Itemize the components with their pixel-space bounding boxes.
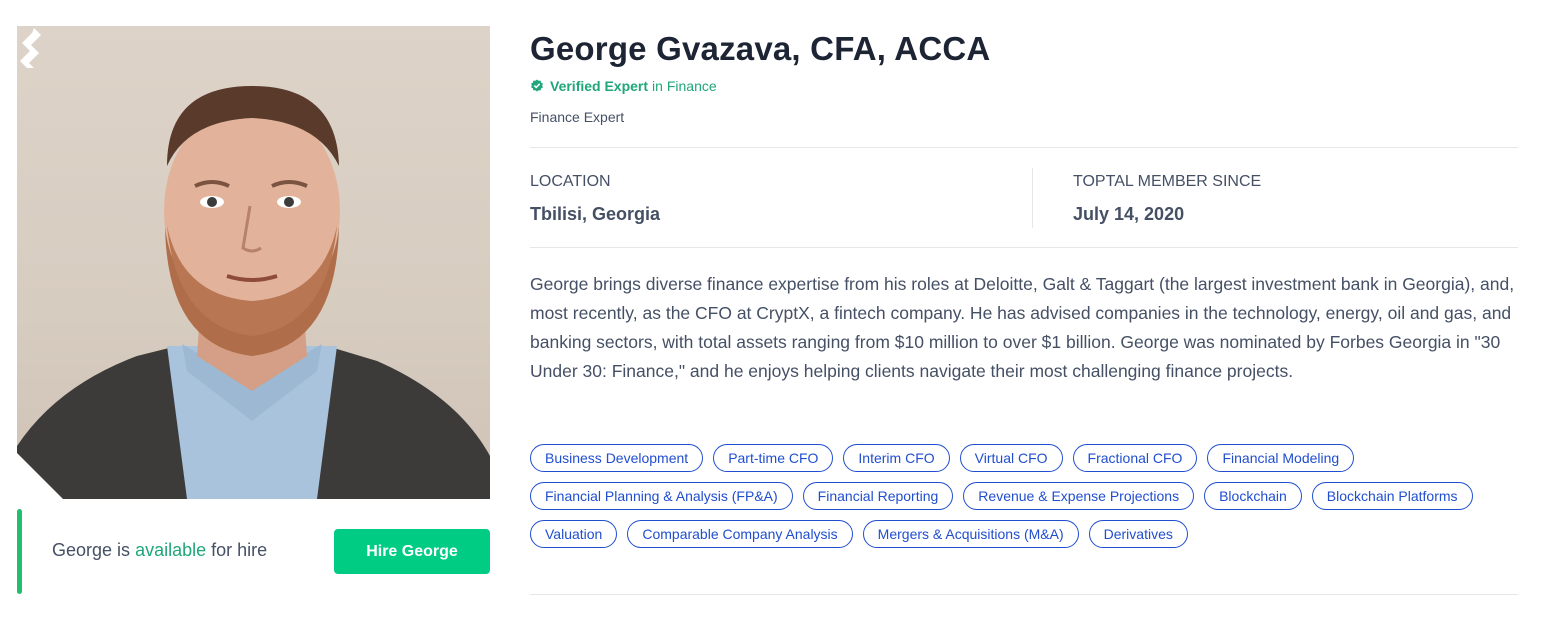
divider-bottom xyxy=(530,594,1518,595)
skill-tag[interactable]: Blockchain xyxy=(1204,482,1302,510)
skills-list: Business Development Part-time CFO Interim… xyxy=(530,444,1518,558)
profile-photo xyxy=(17,26,490,499)
skill-tag[interactable]: Financial Modeling xyxy=(1207,444,1355,472)
skill-row: Business Development Part-time CFO Interim… xyxy=(530,444,1518,472)
member-since-value: July 14, 2020 xyxy=(1073,204,1185,224)
skill-tag[interactable]: Interim CFO xyxy=(843,444,950,472)
verified-badge-icon xyxy=(531,79,543,92)
availability-panel: George is available for hire Hire George xyxy=(17,509,490,594)
availability-prefix: George is xyxy=(52,540,131,560)
location-value: Tbilisi, Georgia xyxy=(530,204,661,224)
divider-top xyxy=(530,147,1518,148)
skill-tag[interactable]: Virtual CFO xyxy=(959,444,1063,472)
skill-tag[interactable]: Mergers & Acquisitions (M&A) xyxy=(862,520,1079,548)
hire-button[interactable]: Hire George xyxy=(334,529,490,574)
divider-middle xyxy=(530,247,1518,248)
verified-category: in Finance xyxy=(652,78,717,94)
availability-status: available xyxy=(135,540,207,560)
skill-tag[interactable]: Part-time CFO xyxy=(713,444,834,472)
availability-indicator-bar xyxy=(17,509,22,594)
portrait-illustration xyxy=(17,86,490,499)
skill-tag[interactable]: Fractional CFO xyxy=(1072,444,1198,472)
skill-row: Valuation Comparable Company Analysis Merg… xyxy=(530,520,1518,548)
member-since-label: TOPTAL MEMBER SINCE xyxy=(1073,173,1262,190)
skill-tag[interactable]: Valuation xyxy=(530,520,618,548)
verified-line: Verified Expert in Finance xyxy=(530,78,717,94)
meta-separator xyxy=(1032,168,1033,228)
location-label: LOCATION xyxy=(530,173,611,190)
profile-page: George is available for hire Hire George… xyxy=(0,0,1543,631)
verified-label: Verified Expert xyxy=(550,78,649,94)
profile-role: Finance Expert xyxy=(530,109,625,125)
skill-tag[interactable]: Comparable Company Analysis xyxy=(627,520,853,548)
skill-tag[interactable]: Blockchain Platforms xyxy=(1311,482,1473,510)
skill-tag[interactable]: Financial Planning & Analysis (FP&A) xyxy=(530,482,793,510)
profile-bio: George brings diverse finance expertise … xyxy=(530,274,1515,381)
availability-text: George is available for hire xyxy=(52,540,267,561)
skill-tag[interactable]: Financial Reporting xyxy=(802,482,954,510)
skill-row: Financial Planning & Analysis (FP&A) Fina… xyxy=(530,482,1518,510)
skill-tag[interactable]: Revenue & Expense Projections xyxy=(963,482,1195,510)
availability-suffix: for hire xyxy=(211,540,268,560)
skill-tag[interactable]: Derivatives xyxy=(1088,520,1188,548)
toptal-logo-icon xyxy=(20,28,41,68)
photo-corner-cut xyxy=(17,453,63,499)
profile-name: George Gvazava, CFA, ACCA xyxy=(530,30,991,67)
skill-tag[interactable]: Business Development xyxy=(530,444,704,472)
